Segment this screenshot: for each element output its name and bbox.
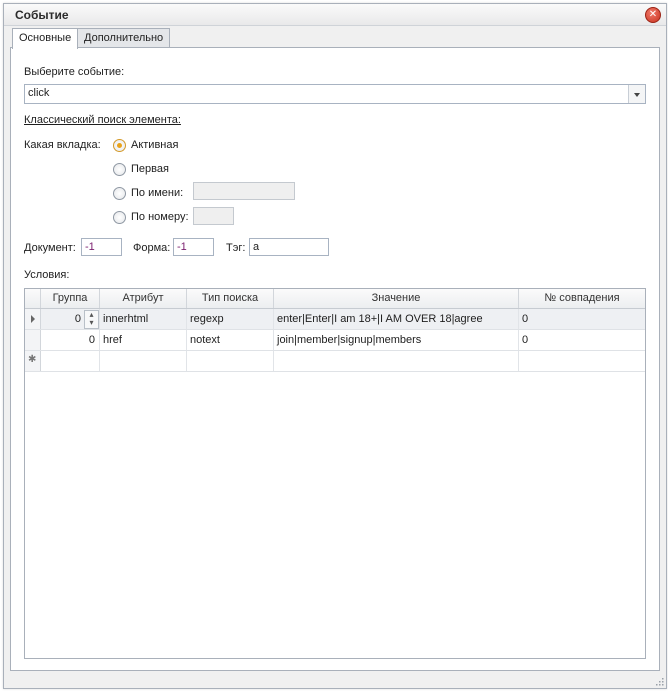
- cell-group[interactable]: 0: [41, 330, 100, 350]
- tab-number-field[interactable]: [193, 207, 234, 225]
- title-bar[interactable]: Событие ✕: [4, 4, 666, 26]
- tag-field[interactable]: a: [249, 238, 329, 256]
- radio-by-number-label: По номеру:: [131, 211, 189, 223]
- cell-search-type[interactable]: [187, 351, 274, 371]
- radio-by-name-label: По имени:: [131, 187, 184, 199]
- radio-first-tab[interactable]: [113, 163, 126, 176]
- radio-by-number[interactable]: [113, 211, 126, 224]
- cell-search-type[interactable]: notext: [187, 330, 274, 350]
- table-row[interactable]: 0 ▴ ▾ innerhtml regexp enter|Enter|I am 1…: [25, 309, 645, 330]
- main-tab-panel: Выберите событие: click Классический пои…: [10, 47, 660, 671]
- cell-match-number[interactable]: 0: [519, 309, 645, 329]
- tab-name-field[interactable]: [193, 182, 295, 200]
- header-attribute[interactable]: Атрибут: [100, 289, 187, 308]
- chevron-down-icon[interactable]: [628, 85, 645, 103]
- form-label: Форма:: [133, 242, 171, 254]
- tag-label: Тэг:: [226, 242, 246, 254]
- group-spinner-icon[interactable]: ▴ ▾: [84, 310, 99, 329]
- row-indicator: [25, 309, 41, 329]
- table-header: Группа Атрибут Тип поиска Значение № сов…: [25, 289, 645, 309]
- classic-search-heading: Классический поиск элемента:: [24, 114, 181, 126]
- conditions-table[interactable]: Группа Атрибут Тип поиска Значение № сов…: [24, 288, 646, 659]
- radio-active-tab[interactable]: [113, 139, 126, 152]
- header-group[interactable]: Группа: [41, 289, 100, 308]
- cell-group[interactable]: [41, 351, 100, 371]
- cell-value[interactable]: [274, 351, 519, 371]
- cell-search-type[interactable]: regexp: [187, 309, 274, 329]
- dialog-title: Событие: [15, 8, 69, 22]
- current-row-arrow-icon: [31, 315, 35, 323]
- event-label: Выберите событие:: [24, 66, 125, 78]
- radio-active-label: Активная: [131, 139, 179, 151]
- cell-attribute[interactable]: href: [100, 330, 187, 350]
- document-label: Документ:: [24, 242, 76, 254]
- row-indicator: ✱: [25, 351, 41, 371]
- header-indicator: [25, 289, 41, 308]
- event-dialog: Событие ✕ Основные Дополнительно Выберит…: [3, 3, 667, 689]
- row-indicator: [25, 330, 41, 350]
- header-value[interactable]: Значение: [274, 289, 519, 308]
- table-row[interactable]: 0 href notext join|member|signup|members…: [25, 330, 645, 351]
- radio-by-name[interactable]: [113, 187, 126, 200]
- cell-value[interactable]: join|member|signup|members: [274, 330, 519, 350]
- new-row-asterisk-icon: ✱: [28, 354, 37, 365]
- close-icon[interactable]: ✕: [645, 7, 661, 23]
- cell-match-number[interactable]: 0: [519, 330, 645, 350]
- event-select-value: click: [28, 87, 50, 99]
- event-select[interactable]: click: [24, 84, 646, 104]
- cell-value[interactable]: enter|Enter|I am 18+|I AM OVER 18|agree: [274, 309, 519, 329]
- new-row[interactable]: ✱: [25, 351, 645, 372]
- resize-grip-icon[interactable]: [654, 676, 664, 686]
- tab-additional[interactable]: Дополнительно: [77, 28, 171, 48]
- conditions-label: Условия:: [24, 269, 70, 281]
- cell-match-number[interactable]: [519, 351, 645, 371]
- header-match-number[interactable]: № совпадения: [519, 289, 645, 308]
- which-tab-label: Какая вкладка:: [24, 139, 101, 151]
- tab-main[interactable]: Основные: [12, 28, 79, 49]
- header-search-type[interactable]: Тип поиска: [187, 289, 274, 308]
- radio-first-label: Первая: [131, 163, 169, 175]
- document-field[interactable]: -1: [81, 238, 122, 256]
- cell-attribute[interactable]: [100, 351, 187, 371]
- cell-attribute[interactable]: innerhtml: [100, 309, 187, 329]
- form-field[interactable]: -1: [173, 238, 214, 256]
